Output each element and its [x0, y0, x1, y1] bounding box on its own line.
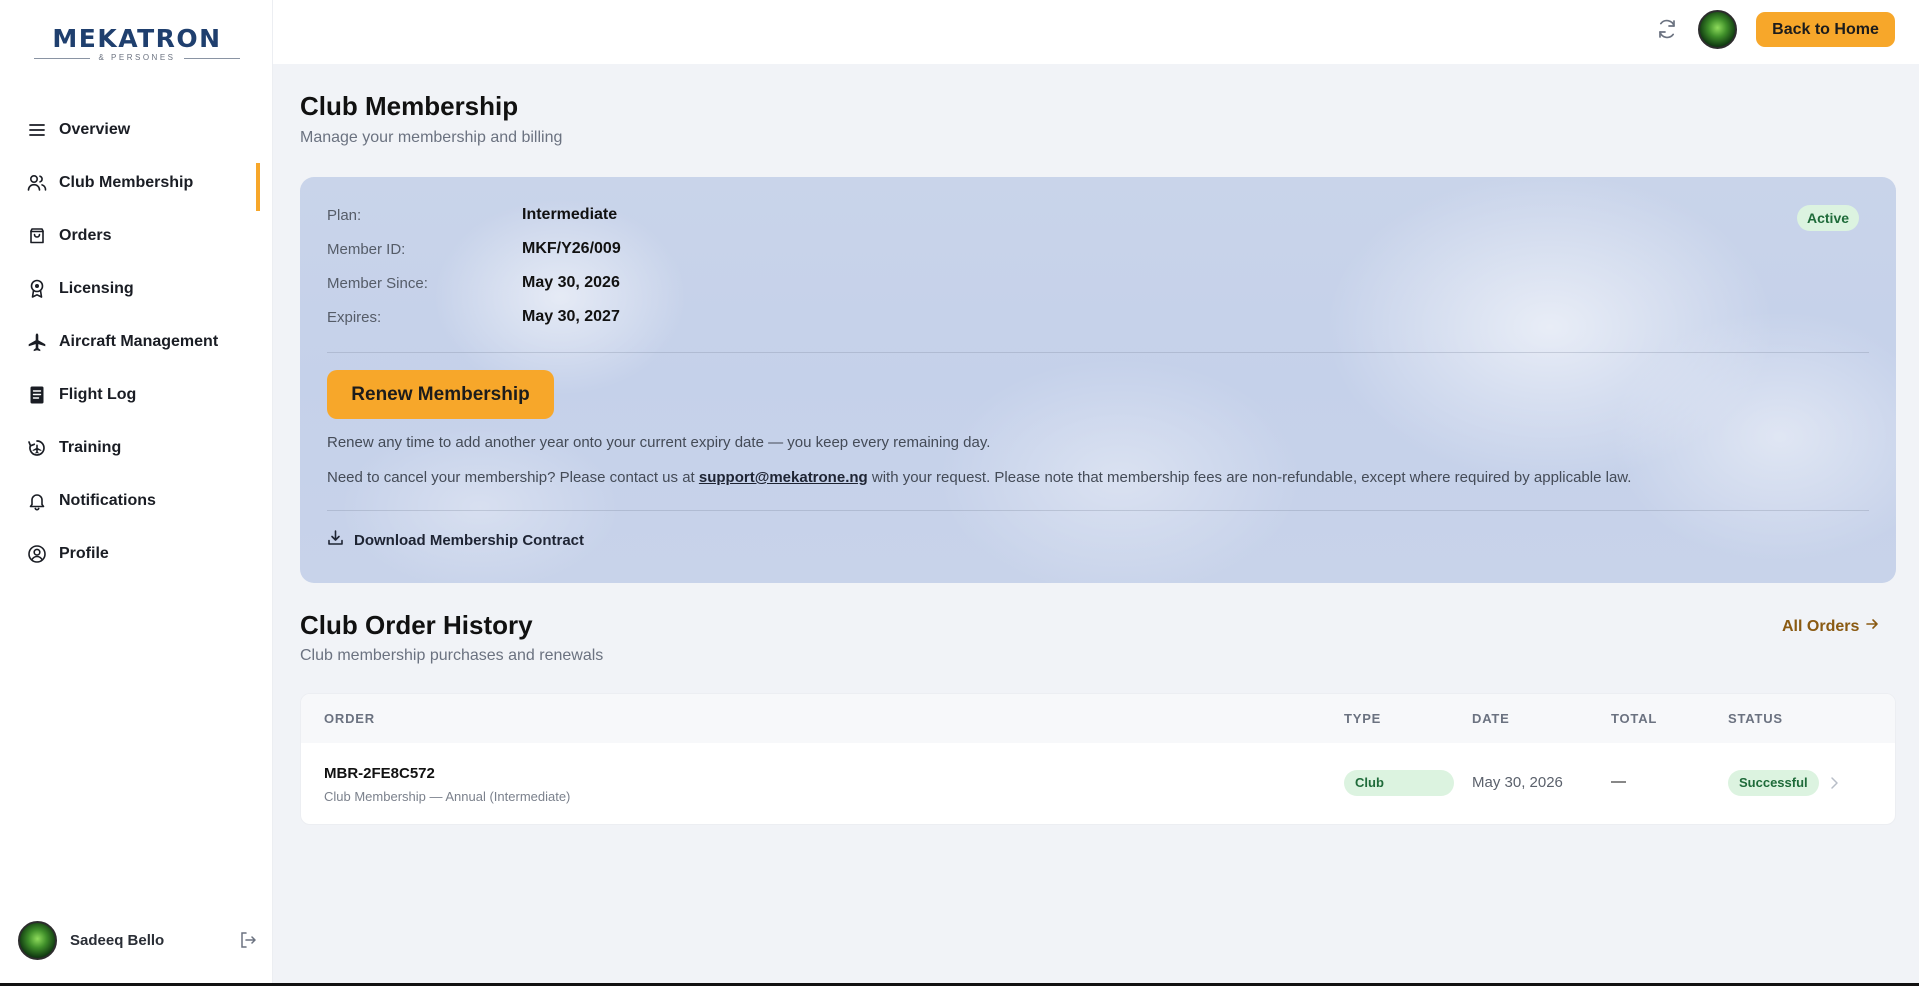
cancel-note: Need to cancel your membership? Please c… [327, 469, 1631, 486]
notebook-icon [27, 385, 47, 405]
divider [327, 352, 1869, 353]
sidebar-item-aircraft-management[interactable]: Aircraft Management [0, 315, 273, 368]
sidebar-item-flight-log[interactable]: Flight Log [0, 368, 273, 421]
logout-icon[interactable] [238, 930, 258, 950]
users-icon [27, 173, 47, 193]
type-badge: Club [1344, 770, 1454, 796]
user-card: Sadeeq Bello [18, 920, 258, 960]
training-icon [27, 438, 47, 458]
status-badge: Successful [1728, 770, 1819, 796]
page-subtitle: Manage your membership and billing [300, 129, 563, 146]
detail-row-plan: Plan: Intermediate [327, 205, 617, 225]
sidebar-item-label: Aircraft Management [59, 332, 219, 350]
download-label: Download Membership Contract [354, 531, 585, 549]
sidebar-item-label: Notifications [59, 491, 156, 509]
sidebar-item-club-membership[interactable]: Club Membership [0, 156, 273, 211]
column-header-date: DATE [1472, 711, 1510, 726]
detail-label: Member ID: [327, 240, 406, 258]
column-header-status: STATUS [1728, 711, 1783, 726]
sidebar-item-profile[interactable]: Profile [0, 527, 273, 580]
sidebar-item-label: Orders [59, 226, 112, 244]
bell-icon [27, 491, 47, 511]
support-email-link[interactable]: support@mekatrone.ng [699, 469, 868, 486]
logo-tagline: & PERSONES [34, 53, 240, 62]
award-icon [27, 279, 47, 299]
sidebar-item-overview[interactable]: Overview [0, 103, 273, 156]
renew-membership-button[interactable]: Renew Membership [327, 370, 554, 419]
top-bar: Back to Home [273, 0, 1919, 64]
order-total: — [1611, 773, 1626, 790]
sidebar-item-label: Training [59, 438, 122, 456]
sidebar-item-label: Overview [59, 120, 131, 138]
sidebar-item-label: Club Membership [59, 173, 194, 191]
download-contract-button[interactable]: Download Membership Contract [327, 529, 584, 551]
detail-value: May 30, 2027 [522, 308, 620, 325]
sidebar-item-label: Flight Log [59, 385, 137, 403]
order-history-subtitle: Club membership purchases and renewals [300, 647, 604, 664]
chevron-right-icon [1829, 776, 1839, 795]
back-to-home-button[interactable]: Back to Home [1756, 12, 1895, 47]
divider [327, 510, 1869, 511]
table-header: ORDER TYPE DATE TOTAL STATUS [301, 694, 1895, 743]
detail-label: Plan: [327, 206, 362, 224]
user-name: Sadeeq Bello [70, 931, 165, 949]
detail-row-member-id: Member ID: MKF/Y26/009 [327, 239, 621, 259]
column-header-order: ORDER [324, 711, 375, 726]
avatar[interactable] [1698, 10, 1737, 49]
order-history-title: Club Order History [300, 610, 533, 640]
sidebar-item-label: Profile [59, 544, 109, 562]
detail-row-member-since: Member Since: May 30, 2026 [327, 273, 620, 293]
detail-value: MKF/Y26/009 [522, 240, 621, 257]
order-description: Club Membership — Annual (Intermediate) [324, 789, 571, 804]
detail-value: Intermediate [522, 206, 618, 223]
download-icon [327, 529, 344, 551]
all-orders-link[interactable]: All Orders [1782, 617, 1879, 636]
sidebar: MEKATRON & PERSONES Overview Club Member… [0, 0, 273, 983]
renew-note: Renew any time to add another year onto … [327, 434, 991, 451]
mekatron-logo[interactable]: MEKATRON & PERSONES [34, 26, 240, 64]
membership-card: Plan: Intermediate Member ID: MKF/Y26/00… [300, 177, 1896, 583]
detail-label: Expires: [327, 308, 382, 326]
avatar[interactable] [18, 920, 57, 960]
page-title: Club Membership [300, 91, 519, 121]
menu-icon [27, 120, 47, 140]
sidebar-item-orders[interactable]: Orders [0, 209, 273, 262]
all-orders-label: All Orders [1782, 617, 1860, 635]
cancel-note-text: Need to cancel your membership? Please c… [327, 469, 699, 486]
plane-icon [27, 332, 47, 352]
status-badge: Active [1797, 205, 1860, 231]
column-header-type: TYPE [1344, 711, 1382, 726]
detail-value: May 30, 2026 [522, 274, 620, 291]
sidebar-item-label: Licensing [59, 279, 134, 297]
detail-row-expires: Expires: May 30, 2027 [327, 307, 620, 327]
order-id: MBR-2FE8C572 [324, 765, 435, 782]
order-date: May 30, 2026 [1472, 774, 1563, 791]
refresh-icon[interactable] [1655, 17, 1679, 41]
detail-label: Member Since: [327, 274, 428, 292]
orders-table: ORDER TYPE DATE TOTAL STATUS MBR-2FE8C57… [300, 693, 1896, 825]
table-row[interactable]: MBR-2FE8C572 Club Membership — Annual (I… [301, 743, 1895, 824]
sidebar-item-notifications[interactable]: Notifications [0, 474, 273, 527]
shopping-bag-icon [27, 226, 47, 246]
sidebar-item-licensing[interactable]: Licensing [0, 262, 273, 315]
column-header-total: TOTAL [1611, 711, 1658, 726]
sidebar-nav: Overview Club Membership Orders Licensin… [0, 103, 273, 580]
cancel-note-text: with your request. Please note that memb… [867, 469, 1632, 486]
logo-wordmark: MEKATRON [52, 24, 222, 53]
arrow-right-icon [1865, 617, 1879, 636]
user-circle-icon [27, 544, 47, 564]
sidebar-item-training[interactable]: Training [0, 421, 273, 474]
